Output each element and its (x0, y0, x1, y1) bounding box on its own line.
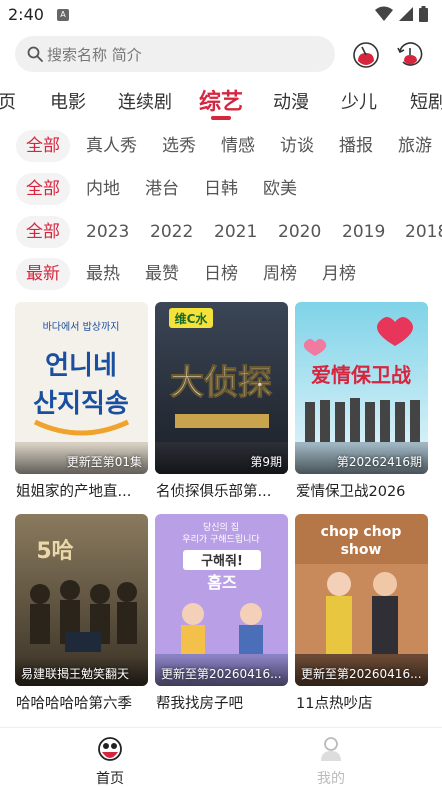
sort-chip[interactable]: 周榜 (263, 258, 297, 290)
tab-kids[interactable]: 少儿 (341, 88, 377, 114)
sort-chip[interactable]: 最赞 (145, 258, 179, 290)
poster-image[interactable]: 维C水 大侦探 第9期 (155, 302, 288, 474)
year-chip[interactable]: 2020 (278, 216, 321, 248)
poster-image[interactable]: 바다에서 밥상까지 언니네 산지직송 更新至第01集 (15, 302, 148, 474)
show-title[interactable]: 姐姐家的产地直... (16, 480, 149, 501)
filter-sort: 最新 最热 最赞 日榜 周榜 月榜 (0, 258, 442, 290)
genre-chip-all[interactable]: 全部 (16, 130, 70, 162)
sort-chip-latest[interactable]: 最新 (16, 258, 70, 290)
svg-text:5哈: 5哈 (36, 538, 73, 564)
category-tabs: 页 电影 连续剧 综艺 动漫 少儿 短剧 (0, 82, 442, 126)
signal-icon (399, 7, 413, 21)
episode-badge: 更新至第20260416... (161, 667, 282, 681)
svg-text:산지직송: 산지직송 (33, 389, 129, 419)
region-chip[interactable]: 港台 (145, 173, 179, 205)
bottom-nav: 首页 我的 (0, 727, 442, 787)
search-placeholder: 搜索名称 简介 (47, 45, 142, 64)
bottom-nav-home-label: 首页 (96, 771, 124, 787)
episode-badge: 更新至第01集 (66, 455, 142, 469)
genre-chip[interactable]: 旅游 (398, 130, 432, 162)
profile-icon (321, 737, 341, 761)
genre-chip[interactable]: 访谈 (280, 130, 314, 162)
filter-region: 全部 内地 港台 日韩 欧美 (0, 173, 442, 205)
tab-variety[interactable]: 综艺 (199, 84, 243, 116)
bottom-nav-mine-label: 我的 (317, 771, 345, 787)
tab-home[interactable]: 页 (0, 88, 16, 114)
clock-icon[interactable] (395, 39, 425, 69)
poster-image[interactable]: 5哈 易建联揭王勉笑翻天 (15, 514, 148, 686)
svg-text:爱情保卫战: 爱情保卫战 (311, 363, 411, 387)
poster-image[interactable]: chop chop show 更新至第20260416... (295, 514, 428, 686)
sort-chip[interactable]: 日榜 (204, 258, 238, 290)
year-chip-all[interactable]: 全部 (16, 216, 70, 248)
svg-text:홈즈: 홈즈 (207, 573, 237, 592)
filter-genre: 全部 真人秀 选秀 情感 访谈 播报 旅游 (0, 130, 442, 162)
tab-anime[interactable]: 动漫 (273, 88, 309, 114)
status-icons (375, 6, 428, 22)
genre-chip[interactable]: 选秀 (162, 130, 196, 162)
home-icon (98, 737, 122, 761)
history-icon[interactable] (351, 39, 381, 69)
bottom-nav-home[interactable]: 首页 (80, 736, 140, 787)
svg-text:우리가 구해드립니다: 우리가 구해드립니다 (182, 534, 260, 545)
svg-text:당신의 집: 당신의 집 (203, 521, 239, 533)
battery-icon (419, 6, 428, 22)
show-title[interactable]: 11点热吵店 (296, 692, 429, 713)
bottom-nav-mine[interactable]: 我的 (301, 736, 361, 787)
active-tab-indicator (211, 116, 231, 120)
genre-chip[interactable]: 播报 (339, 130, 373, 162)
genre-chip[interactable]: 真人秀 (86, 130, 137, 162)
search-input[interactable]: 搜索名称 简介 (15, 36, 335, 72)
svg-text:chop chop: chop chop (321, 524, 402, 540)
show-title[interactable]: 名侦探俱乐部第... (156, 480, 289, 501)
search-icon (27, 46, 43, 62)
tab-short-drama[interactable]: 短剧 (410, 88, 442, 114)
region-chip[interactable]: 日韩 (204, 173, 238, 205)
year-chip[interactable]: 2023 (86, 216, 129, 248)
show-title[interactable]: 爱情保卫战2026 (296, 480, 429, 501)
year-chip[interactable]: 2018 (405, 216, 442, 248)
sort-chip[interactable]: 月榜 (322, 258, 356, 290)
status-bar: 2:40 A (0, 0, 442, 32)
year-chip[interactable]: 2019 (342, 216, 385, 248)
episode-badge: 更新至第20260416... (301, 667, 422, 681)
svg-text:언니네: 언니네 (45, 351, 117, 381)
region-chip[interactable]: 欧美 (263, 173, 297, 205)
region-chip-all[interactable]: 全部 (16, 173, 70, 205)
svg-text:大侦探: 大侦探 (170, 363, 272, 403)
poster-image[interactable]: 爱情保卫战 第20262416期 (295, 302, 428, 474)
tab-movie[interactable]: 电影 (50, 88, 86, 114)
status-time: 2:40 (8, 5, 44, 24)
filter-year: 全部 2023 2022 2021 2020 2019 2018 (0, 216, 442, 248)
episode-badge: 易建联揭王勉笑翻天 (21, 667, 130, 681)
year-chip[interactable]: 2021 (214, 216, 257, 248)
svg-text:바다에서 밥상까지: 바다에서 밥상까지 (43, 321, 120, 333)
episode-badge: 第20262416期 (336, 455, 422, 469)
episode-badge: 第9期 (250, 455, 282, 469)
show-title[interactable]: 哈哈哈哈哈第六季 (16, 692, 149, 713)
wifi-icon (375, 6, 393, 21)
poster-image[interactable]: 당신의 집 우리가 구해드립니다 구해줘! 홈즈 更新至第20260416... (155, 514, 288, 686)
genre-chip[interactable]: 情感 (221, 130, 255, 162)
svg-text:维C水: 维C水 (175, 311, 209, 326)
svg-text:show: show (341, 542, 382, 558)
year-chip[interactable]: 2022 (150, 216, 193, 248)
sort-chip[interactable]: 最热 (86, 258, 120, 290)
svg-text:구해줘!: 구해줘! (201, 553, 243, 569)
search-row: 搜索名称 简介 (0, 36, 442, 72)
region-chip[interactable]: 内地 (86, 173, 120, 205)
show-title[interactable]: 帮我找房子吧 (156, 692, 289, 713)
notification-icon: A (57, 9, 69, 21)
tab-series[interactable]: 连续剧 (118, 88, 172, 114)
